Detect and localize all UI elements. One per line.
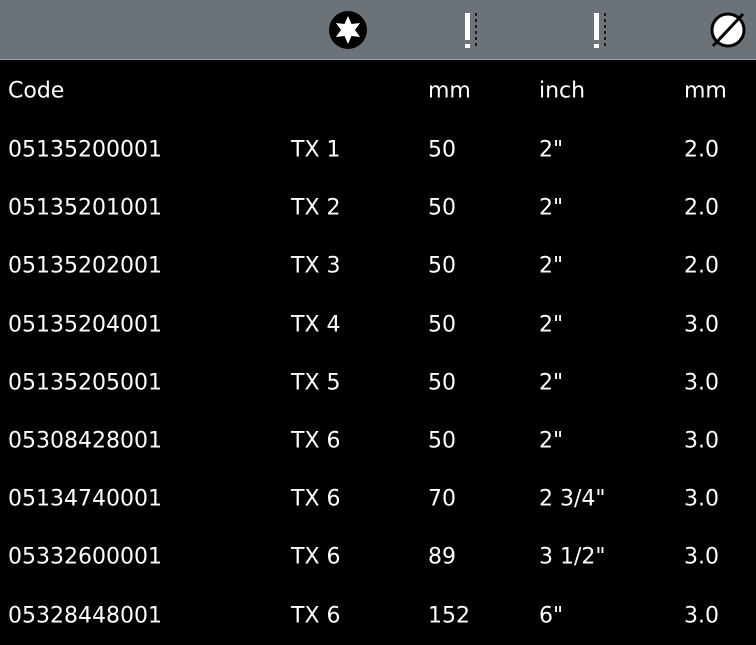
column-icon-bar [0, 0, 756, 60]
length-inch-cell: 2" [539, 370, 564, 396]
length-inch-cell: 2" [539, 428, 564, 454]
column-header-length-mm: mm [428, 78, 471, 103]
code-cell: 05135205001 [8, 370, 162, 396]
size-cell: TX 2 [291, 195, 341, 221]
length-mm-cell: 89 [428, 544, 456, 570]
length-icon [460, 0, 480, 60]
length-mm-cell: 50 [428, 312, 456, 338]
table-row: 05135205001 TX 5 50 2" 3.0 [0, 354, 756, 412]
code-cell: 05135202001 [8, 253, 162, 279]
table-row: 05135200001 TX 1 50 2" 2.0 [0, 121, 756, 179]
column-header-length-inch: inch [539, 78, 586, 103]
table-row: 05135201001 TX 2 50 2" 2.0 [0, 179, 756, 237]
table-row: 05134740001 TX 6 70 2 3/4" 3.0 [0, 470, 756, 528]
length-inch-cell: 2" [539, 253, 564, 279]
diameter-cell: 2.0 [684, 195, 719, 221]
length-mm-cell: 50 [428, 370, 456, 396]
length-inch-cell: 6" [539, 603, 564, 629]
table-row: 05328448001 TX 6 152 6" 3.0 [0, 587, 756, 645]
length-mm-cell: 152 [428, 603, 470, 629]
code-cell: 05332600001 [8, 544, 162, 570]
size-cell: TX 6 [291, 428, 341, 454]
diameter-cell: 3.0 [684, 544, 719, 570]
size-cell: TX 6 [291, 603, 341, 629]
table-row: 05332600001 TX 6 89 3 1/2" 3.0 [0, 528, 756, 586]
diameter-cell: 2.0 [684, 137, 719, 163]
table-header-row: Code mm inch mm [0, 60, 756, 121]
size-cell: TX 6 [291, 544, 341, 570]
diameter-cell: 2.0 [684, 253, 719, 279]
length-inch-cell: 3 1/2" [539, 544, 606, 570]
length-mm-cell: 70 [428, 486, 456, 512]
diameter-cell: 3.0 [684, 603, 719, 629]
table-row: 05135202001 TX 3 50 2" 2.0 [0, 237, 756, 295]
code-cell: 05328448001 [8, 603, 162, 629]
length-inch-cell: 2" [539, 137, 564, 163]
length-inch-cell: 2" [539, 312, 564, 338]
code-cell: 05135200001 [8, 137, 162, 163]
column-header-diameter-mm: mm [684, 78, 727, 103]
diameter-cell: 3.0 [684, 486, 719, 512]
diameter-icon [708, 0, 748, 60]
torx-star-icon [328, 0, 368, 60]
code-cell: 05134740001 [8, 486, 162, 512]
size-cell: TX 3 [291, 253, 341, 279]
length-mm-cell: 50 [428, 137, 456, 163]
code-cell: 05308428001 [8, 428, 162, 454]
length-mm-cell: 50 [428, 253, 456, 279]
code-cell: 05135204001 [8, 312, 162, 338]
table-row: 05308428001 TX 6 50 2" 3.0 [0, 412, 756, 470]
table-row: 05135204001 TX 4 50 2" 3.0 [0, 296, 756, 354]
size-cell: TX 6 [291, 486, 341, 512]
column-header-code: Code [8, 78, 65, 103]
size-cell: TX 4 [291, 312, 341, 338]
size-cell: TX 1 [291, 137, 341, 163]
length-icon [589, 0, 609, 60]
length-mm-cell: 50 [428, 428, 456, 454]
diameter-cell: 3.0 [684, 312, 719, 338]
length-inch-cell: 2" [539, 195, 564, 221]
diameter-cell: 3.0 [684, 428, 719, 454]
product-table: Code mm inch mm 05135200001 TX 1 50 2" 2… [0, 60, 756, 645]
size-cell: TX 5 [291, 370, 341, 396]
length-mm-cell: 50 [428, 195, 456, 221]
code-cell: 05135201001 [8, 195, 162, 221]
length-inch-cell: 2 3/4" [539, 486, 606, 512]
diameter-cell: 3.0 [684, 370, 719, 396]
